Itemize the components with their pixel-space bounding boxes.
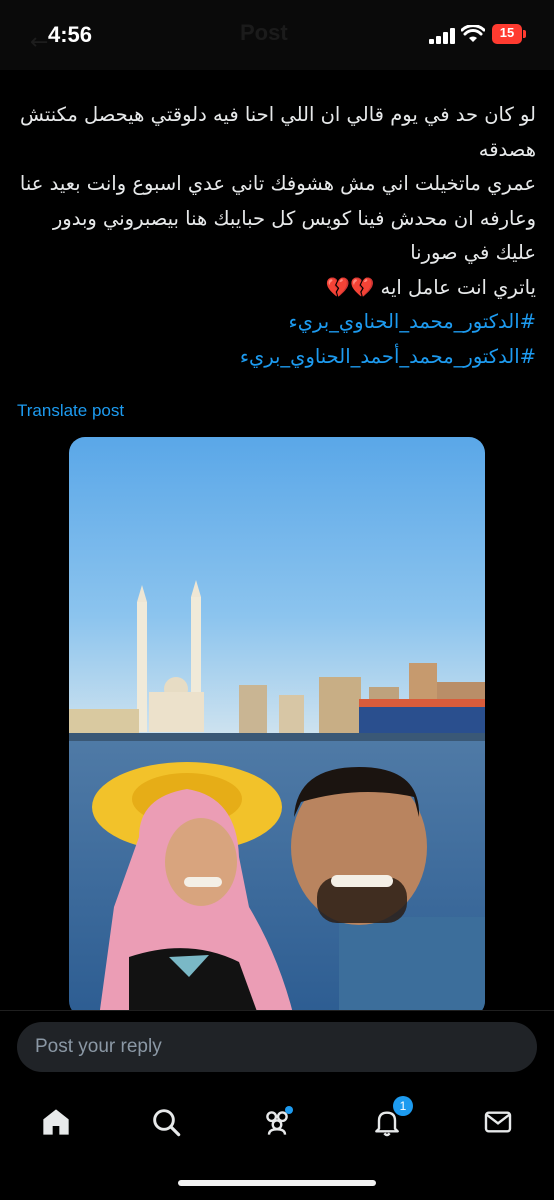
cellular-signal-icon — [429, 28, 455, 44]
translate-post-link[interactable]: Translate post — [17, 401, 124, 421]
status-time: 4:56 — [48, 22, 93, 47]
post-line: عمري ماتخيلت اني مش هشوفك تاني عدي اسبوع… — [19, 172, 536, 264]
post-line: ياتري انت عامل ايه 💔💔 — [325, 275, 536, 299]
hashtag-link[interactable]: #الدكتور_محمد_أحمد_الحناوي_بريء — [16, 340, 536, 375]
post-photo[interactable] — [69, 437, 485, 1017]
home-indicator[interactable] — [178, 1180, 376, 1186]
nav-messages[interactable] — [478, 1102, 518, 1142]
unread-dot — [285, 1106, 293, 1114]
nav-home[interactable] — [36, 1102, 76, 1142]
notification-badge: 1 — [393, 1096, 413, 1116]
hashtag-link[interactable]: #الدكتور_محمد_الحناوي_بريء — [16, 305, 536, 340]
header-title: Post — [240, 20, 288, 45]
wifi-icon — [461, 25, 485, 42]
battery-icon: 15 — [492, 24, 528, 44]
nav-notifications[interactable]: 1 — [367, 1096, 413, 1142]
post-line: لو كان حد في يوم قالي ان اللي احنا فيه د… — [19, 103, 536, 161]
status-bar: ← Post 4:56 15 — [0, 0, 554, 70]
reply-input[interactable] — [17, 1022, 537, 1072]
nav-communities[interactable] — [257, 1102, 297, 1142]
home-icon — [43, 1109, 69, 1135]
nav-search[interactable] — [146, 1102, 186, 1142]
back-arrow-icon[interactable]: ← — [30, 30, 48, 55]
post-text: لو كان حد في يوم قالي ان اللي احنا فيه د… — [16, 98, 536, 374]
battery-level: 15 — [499, 25, 515, 40]
search-icon — [153, 1109, 181, 1137]
mail-icon — [484, 1111, 512, 1133]
